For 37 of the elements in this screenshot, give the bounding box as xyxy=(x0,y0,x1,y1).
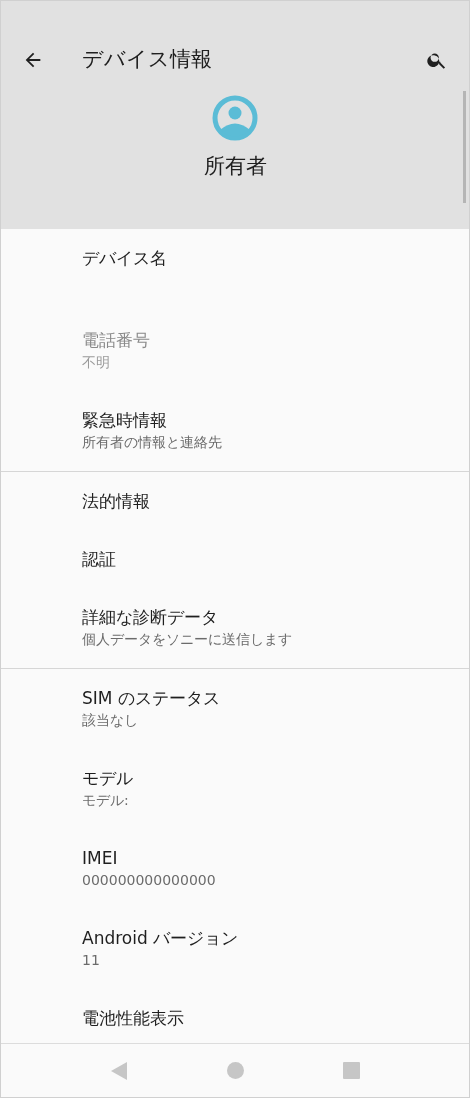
item-title: Android バージョン xyxy=(82,927,240,949)
settings-item[interactable]: 緊急時情報 所有者の情報と連絡先 xyxy=(1,391,469,471)
settings-item[interactable]: 認証 xyxy=(1,530,469,588)
item-title: 緊急時情報 xyxy=(82,409,168,431)
item-title: 詳細な診断データ xyxy=(82,606,219,628)
recents-nav-button[interactable] xyxy=(342,1062,360,1079)
owner-name: 所有者 xyxy=(203,153,267,180)
settings-item[interactable]: 電池性能表示 xyxy=(1,989,469,1043)
settings-item[interactable]: SIM のステータス 該当なし xyxy=(1,669,469,749)
item-title: 電池性能表示 xyxy=(82,1007,185,1029)
settings-item[interactable]: 法的情報 xyxy=(1,472,469,530)
item-summary: 該当なし xyxy=(82,711,139,730)
item-title: 法的情報 xyxy=(82,490,151,512)
item-summary: モデル: xyxy=(82,791,130,810)
circle-icon xyxy=(227,1062,244,1079)
square-icon xyxy=(342,1062,360,1079)
item-summary: 000000000000000 xyxy=(82,871,217,890)
item-title: IMEI xyxy=(82,847,119,869)
item-title: 電話番号 xyxy=(82,329,151,351)
item-summary: 11 xyxy=(82,951,101,970)
settings-item[interactable]: IMEI 000000000000000 xyxy=(1,829,469,909)
back-nav-button[interactable] xyxy=(110,1060,129,1081)
triangle-icon xyxy=(110,1060,129,1081)
avatar-icon xyxy=(212,95,258,141)
item-title: 認証 xyxy=(82,548,117,570)
settings-item[interactable]: デバイス名 xyxy=(1,229,469,311)
home-nav-button[interactable] xyxy=(227,1062,244,1079)
settings-item[interactable]: 詳細な診断データ 個人データをソニーに送信します xyxy=(1,588,469,668)
settings-item[interactable]: Android バージョン 11 xyxy=(1,909,469,989)
page-title: デバイス情報 xyxy=(82,46,213,74)
item-summary: 個人データをソニーに送信します xyxy=(82,630,293,649)
item-title: SIM のステータス xyxy=(82,687,221,709)
item-summary: 所有者の情報と連絡先 xyxy=(82,433,223,452)
settings-item[interactable]: モデル モデル: xyxy=(1,749,469,829)
item-title: モデル xyxy=(82,767,134,789)
item-title: デバイス名 xyxy=(82,247,168,269)
item-summary: 不明 xyxy=(82,353,111,372)
